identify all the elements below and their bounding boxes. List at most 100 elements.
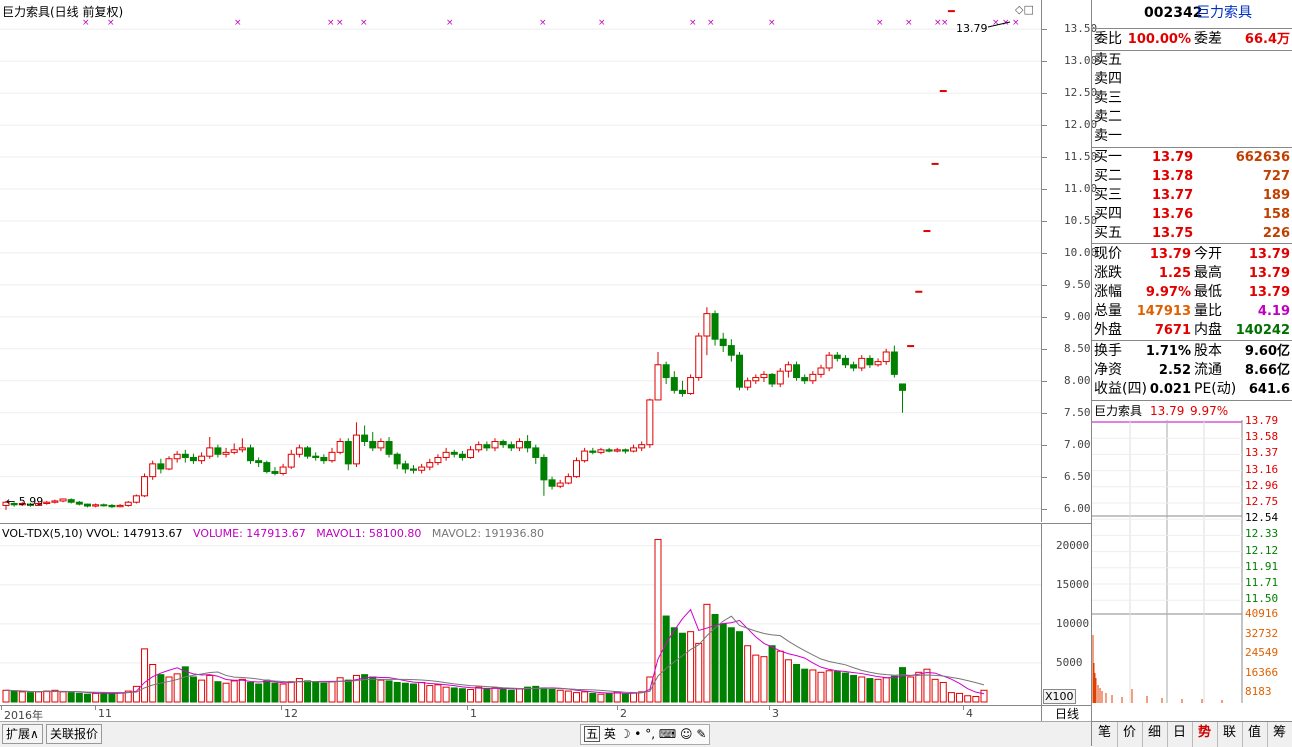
candle xyxy=(181,449,189,463)
candle xyxy=(418,463,426,474)
volume-chart[interactable]: VOL-TDX(5,10) VVOL: 147913.67 VOLUME: 14… xyxy=(0,523,1041,706)
nav-tab-1[interactable]: 价 xyxy=(1117,722,1143,747)
candle xyxy=(899,383,906,413)
volume-bar xyxy=(10,690,18,703)
wrench-icon[interactable]: ✎ xyxy=(696,727,706,741)
sell-row-2: 卖二 xyxy=(1094,109,1122,125)
candle xyxy=(507,441,515,452)
signal-marker: × xyxy=(539,18,547,28)
candle xyxy=(841,355,849,368)
candle xyxy=(695,332,703,381)
candle xyxy=(817,364,825,378)
ime-toolbar[interactable]: 五 英 ☽ • °, ⌨ ☺ ✎ xyxy=(580,724,711,745)
volume-bar xyxy=(621,693,629,703)
candle xyxy=(809,371,817,384)
volume-bar xyxy=(499,688,507,703)
ime-english-icon[interactable]: 英 xyxy=(604,727,616,741)
candle xyxy=(214,444,222,458)
nav-tab-5[interactable]: 联 xyxy=(1217,722,1243,747)
nav-tab-6[interactable]: 值 xyxy=(1242,722,1268,747)
volume-bar xyxy=(410,683,417,703)
sell-row-4: 卖四 xyxy=(1094,71,1122,87)
punctuation-icon[interactable]: °, xyxy=(645,727,655,741)
candle xyxy=(206,437,214,459)
candle xyxy=(475,441,483,453)
stat-row-1: 涨跌 1.25 最高 13.79 xyxy=(1094,265,1290,281)
moon-icon[interactable]: ☽ xyxy=(620,727,631,741)
dot-icon[interactable]: • xyxy=(634,727,641,741)
candle xyxy=(833,351,841,362)
candle xyxy=(915,290,923,293)
candle xyxy=(141,473,149,498)
candle xyxy=(801,374,809,384)
volume-bar xyxy=(491,687,499,703)
candle xyxy=(328,447,336,463)
candle xyxy=(703,307,711,356)
volume-bar xyxy=(670,627,678,703)
candle xyxy=(907,345,915,348)
stat-row-0: 现价 13.79 今开 13.79 xyxy=(1094,246,1290,262)
candle xyxy=(874,358,882,367)
signal-marker: × xyxy=(941,18,949,28)
nav-tab-7[interactable]: 筹 xyxy=(1267,722,1292,747)
nav-tab-3[interactable]: 日 xyxy=(1167,722,1193,747)
candle xyxy=(255,457,263,468)
price-tick: 7.50 xyxy=(1064,405,1091,419)
candle xyxy=(621,448,629,454)
candle xyxy=(858,355,866,372)
volume-bar xyxy=(206,674,214,703)
period-label[interactable]: 日线 xyxy=(1041,705,1092,722)
keyboard-icon[interactable]: ⌨ xyxy=(659,727,676,741)
candle xyxy=(116,504,124,508)
volume-bar xyxy=(850,674,858,703)
candle xyxy=(304,445,312,459)
ime-wubi-icon[interactable]: 五 xyxy=(584,726,601,742)
price-tick: 7.00 xyxy=(1064,437,1091,451)
nav-tab-0[interactable]: 笔 xyxy=(1092,722,1118,747)
volume-bar xyxy=(825,670,833,703)
volume-bar xyxy=(35,691,43,703)
fin-row-0: 换手 1.71% 股本 9.60亿 xyxy=(1094,343,1290,359)
volume-bar xyxy=(727,627,735,703)
volume-bar xyxy=(108,692,116,703)
price-tick: 6.50 xyxy=(1064,469,1091,483)
candle xyxy=(630,444,638,453)
related-quotes-tab[interactable]: 关联报价 xyxy=(46,724,103,744)
candle xyxy=(393,452,401,469)
nav-tab-4[interactable]: 势 xyxy=(1192,722,1218,747)
buy-row-3: 买三 13.77 189 xyxy=(1094,187,1290,203)
expand-tab[interactable]: 扩展∧ xyxy=(2,724,43,744)
volume-bar xyxy=(67,692,75,703)
volume-bar xyxy=(605,692,613,703)
volume-bar xyxy=(263,679,271,703)
volume-bar xyxy=(841,672,849,703)
date-label: 4 xyxy=(966,707,973,720)
volume-bar xyxy=(483,688,491,703)
volume-bar xyxy=(157,674,165,703)
candle xyxy=(344,438,352,471)
volume-bar xyxy=(687,631,695,703)
signal-marker: × xyxy=(768,18,776,28)
volume-bar xyxy=(141,648,149,703)
main-candlestick-chart[interactable]: 巨力索具(日线 前复权) ◇□ ××××××××××××××××××× 13.7… xyxy=(0,0,1041,522)
candle xyxy=(605,447,613,453)
candle xyxy=(793,361,801,381)
volume-bar xyxy=(809,669,817,703)
candle xyxy=(149,460,157,480)
volume-bar xyxy=(26,692,34,703)
mini-price-tick: 13.58 xyxy=(1245,430,1279,444)
volume-bar xyxy=(2,689,10,703)
nav-tab-2[interactable]: 细 xyxy=(1142,722,1168,747)
volume-bar xyxy=(255,683,263,703)
candle xyxy=(866,355,874,368)
volume-bar xyxy=(214,681,222,703)
signal-marker: × xyxy=(905,18,913,28)
signal-marker: × xyxy=(327,18,335,28)
user-icon[interactable]: ☺ xyxy=(680,727,693,741)
volume-bar xyxy=(92,692,100,703)
mini-volume-tick: 8183 xyxy=(1245,685,1272,698)
volume-bar xyxy=(475,686,483,703)
candle xyxy=(132,494,140,504)
candle xyxy=(483,441,491,452)
volume-bar xyxy=(817,671,825,703)
